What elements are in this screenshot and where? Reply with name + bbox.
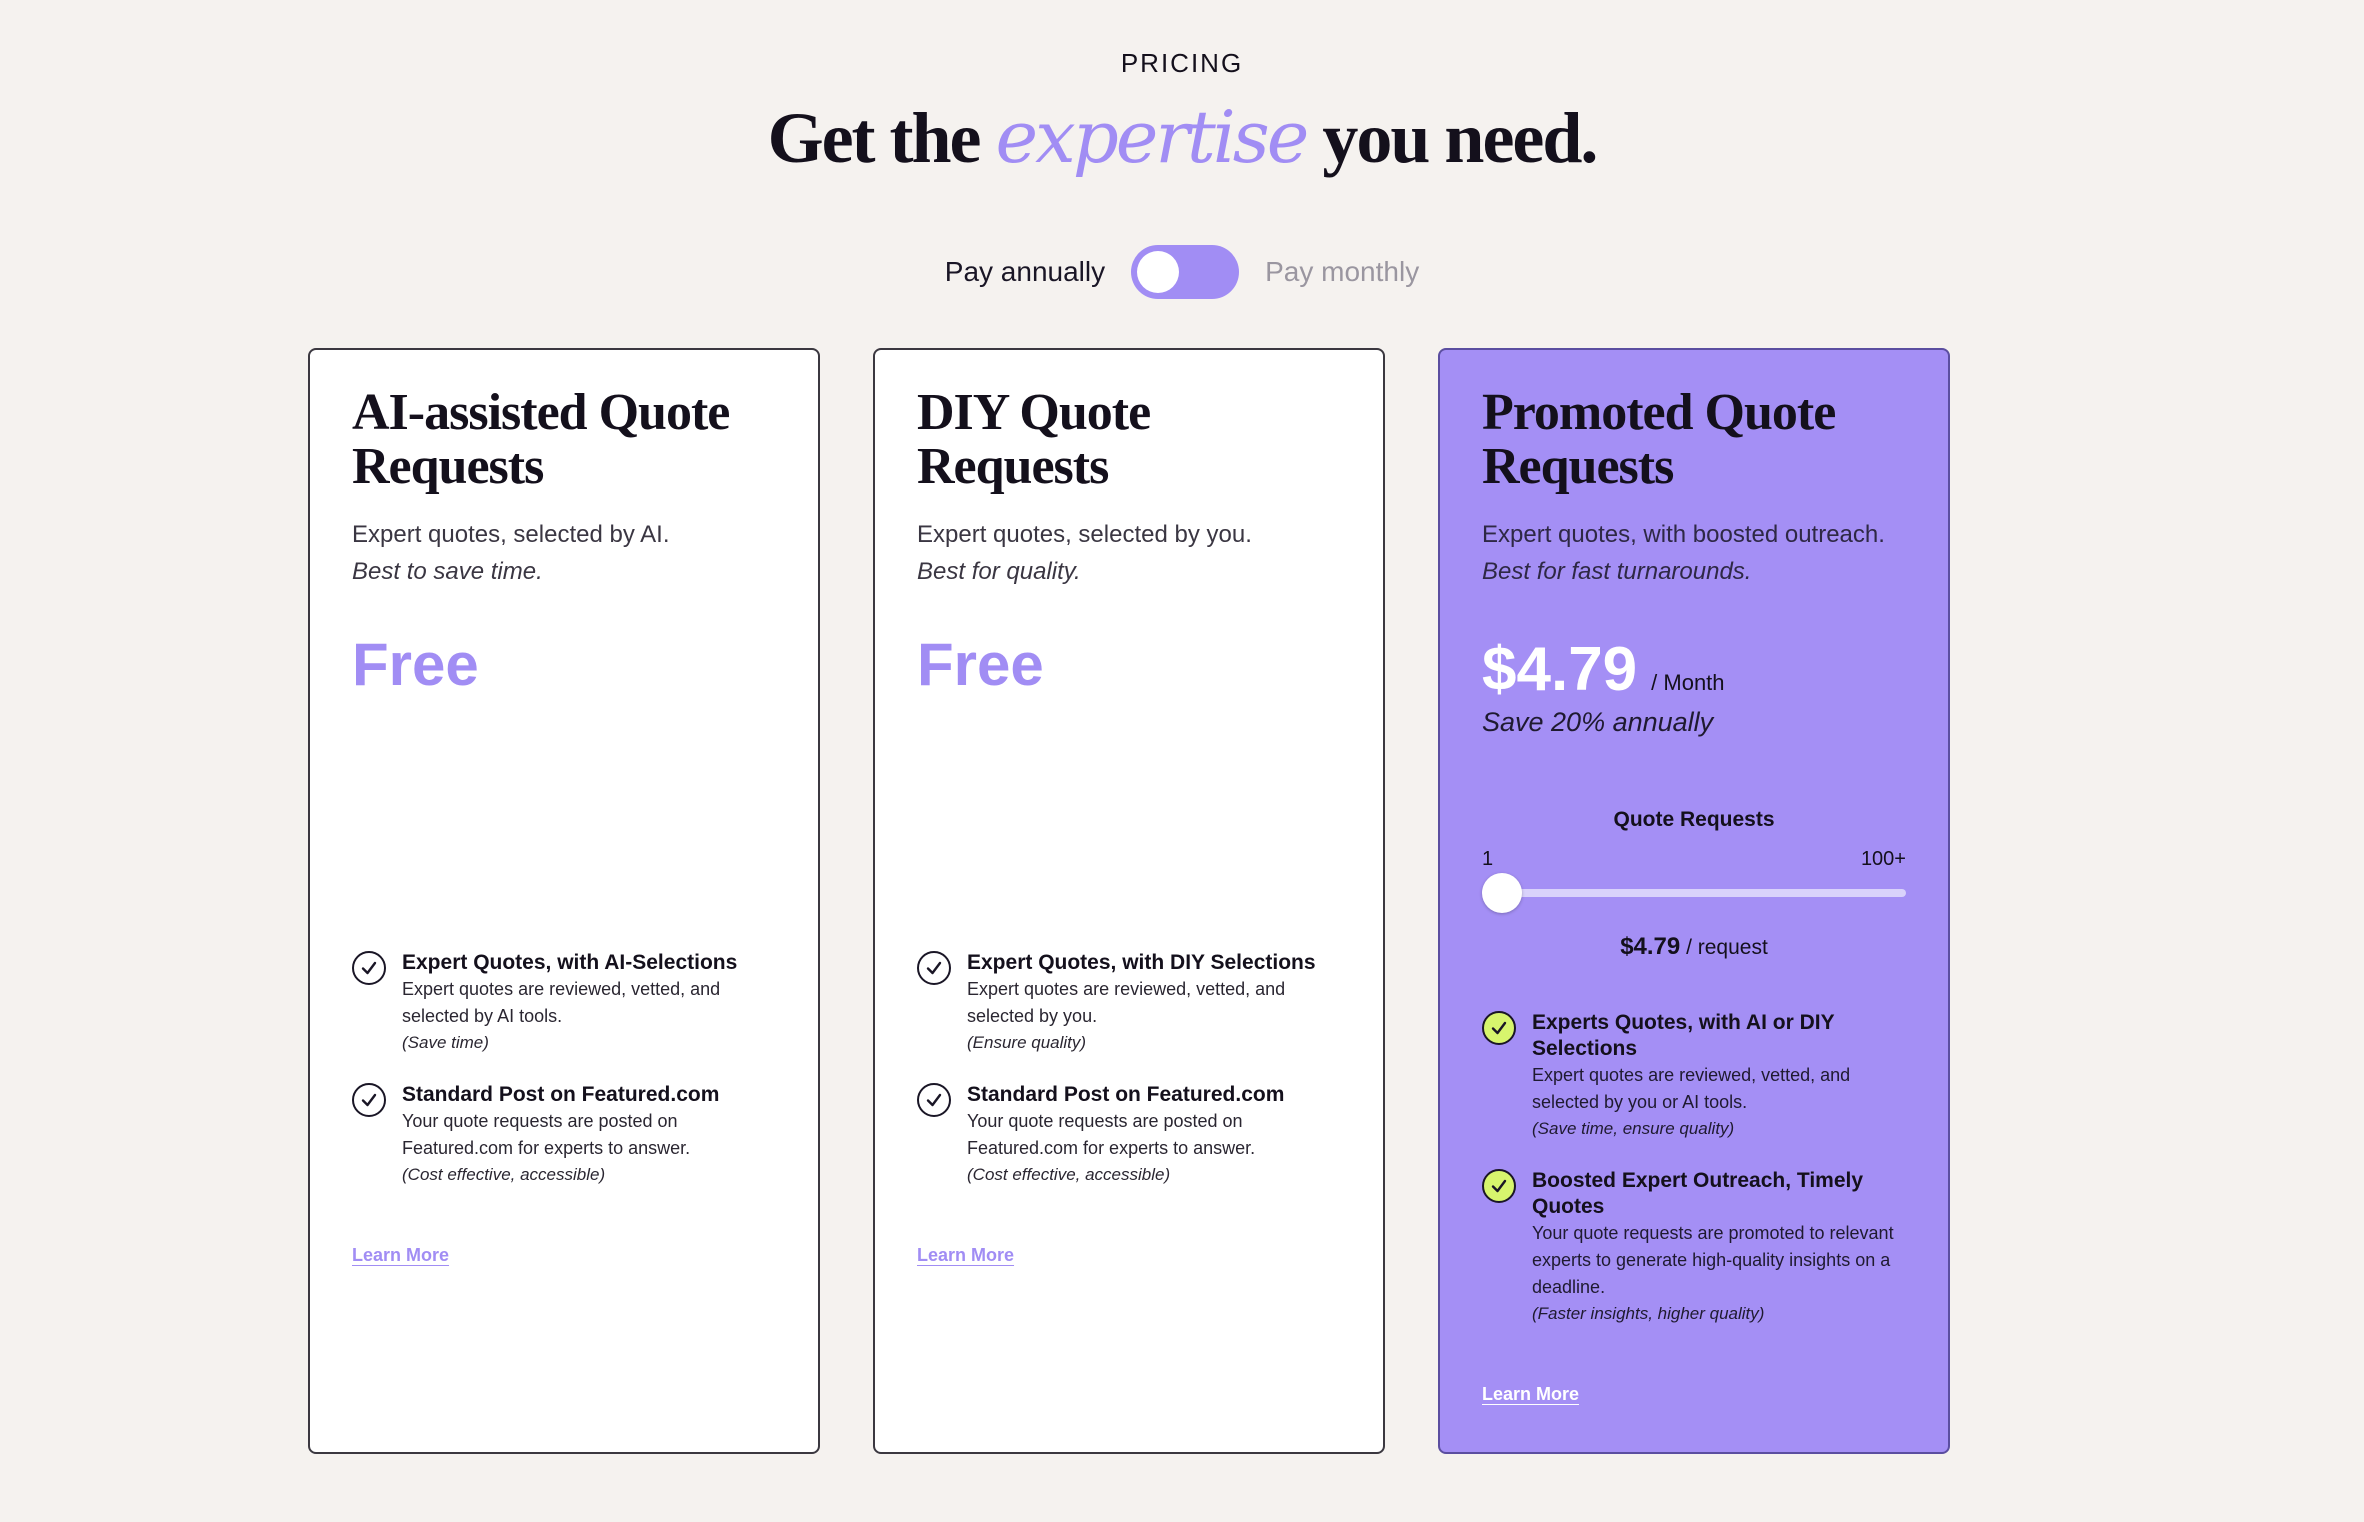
price-row: $4.79 / Month [1482,634,1906,705]
feature-title: Boosted Expert Outreach, Timely Quotes [1532,1169,1864,1218]
feature-item: Standard Post on Featured.com Your quote… [352,1082,788,1188]
feature-title: Standard Post on Featured.com [967,1083,1285,1106]
check-circle-icon [1482,1011,1516,1045]
slider-min-label: 1 [1482,848,1494,870]
learn-more-link[interactable]: Learn More [1482,1384,1579,1405]
plan-price: $4.79 [1482,635,1638,704]
plan-tagline: Best for fast turnarounds. [1482,558,1752,585]
per-request-price: $4.79 / request [1482,933,1906,961]
plan-card-diy: DIY Quote Requests Expert quotes, select… [873,348,1385,1454]
learn-more-link[interactable]: Learn More [352,1245,449,1266]
feature-list: Expert Quotes, with DIY Selections Exper… [917,950,1353,1214]
quote-requests-slider[interactable] [1482,873,1906,913]
headline-pre: Get the [767,98,982,178]
pay-annually-label[interactable]: Pay annually [945,256,1105,288]
billing-toggle-row: Pay annually Pay monthly [0,245,2364,299]
billing-toggle-switch[interactable] [1131,245,1240,299]
plan-tagline: Best to save time. [352,558,543,585]
feature-note: (Save time) [402,1033,489,1052]
feature-desc: Expert quotes are reviewed, vetted, and … [1532,1065,1851,1112]
plan-tagline: Best for quality. [917,558,1081,585]
feature-item: Boosted Expert Outreach, Timely Quotes Y… [1482,1168,1918,1327]
feature-item: Expert Quotes, with AI-Selections Expert… [352,950,788,1056]
price-unit: / Month [1651,670,1725,695]
plan-price: Free [352,631,479,698]
feature-desc: Your quote requests are posted on Featur… [402,1111,691,1158]
feature-desc: Your quote requests are promoted to rele… [1532,1223,1894,1297]
pricing-eyebrow: PRICING [1120,48,1244,78]
feature-title: Standard Post on Featured.com [402,1083,720,1106]
check-circle-icon [1482,1169,1516,1203]
annual-savings-note: Save 20% annually [1482,707,1714,737]
feature-note: (Cost effective, accessible) [402,1165,606,1184]
slider-scale: 1 100+ [1482,848,1906,871]
per-request-unit: / request [1686,936,1768,959]
feature-list: Expert Quotes, with AI-Selections Expert… [352,950,788,1214]
plan-title: DIY Quote Requests [917,384,1151,495]
plan-price: Free [917,631,1044,698]
feature-item: Standard Post on Featured.com Your quote… [917,1082,1353,1188]
plan-title: AI-assisted Quote Requests [352,384,730,495]
feature-note: (Ensure quality) [967,1033,1087,1052]
feature-desc: Expert quotes are reviewed, vetted, and … [402,979,721,1026]
slider-title: Quote Requests [1613,808,1775,831]
learn-more-link[interactable]: Learn More [917,1245,1014,1266]
headline-accent: expertise [995,95,1310,179]
feature-title: Expert Quotes, with DIY Selections [967,951,1316,974]
feature-title: Experts Quotes, with AI or DIY Selection… [1532,1011,1835,1060]
per-request-amount: $4.79 [1620,933,1681,960]
headline-post: you need. [1322,98,1598,178]
feature-note: (Cost effective, accessible) [967,1165,1171,1184]
plan-subtitle: Expert quotes, selected by AI. [352,521,670,548]
feature-list: Experts Quotes, with AI or DIY Selection… [1482,1010,1918,1353]
plan-subtitle: Expert quotes, selected by you. [917,521,1252,548]
check-circle-icon [917,1083,951,1117]
check-circle-icon [352,1083,386,1117]
feature-note: (Faster insights, higher quality) [1532,1304,1765,1323]
check-circle-icon [352,951,386,985]
quote-requests-slider-block: Quote Requests 1 100+ $4.79 / request [1482,808,1906,961]
plan-card-promoted: Promoted Quote Requests Expert quotes, w… [1438,348,1950,1454]
feature-note: (Save time, ensure quality) [1532,1119,1735,1138]
plan-subtitle: Expert quotes, with boosted outreach. [1482,521,1885,548]
plan-title: Promoted Quote Requests [1482,384,1836,495]
slider-max-label: 100+ [1860,848,1906,870]
toggle-knob [1137,251,1180,293]
feature-item: Experts Quotes, with AI or DIY Selection… [1482,1010,1918,1142]
page-title: Get the expertise you need. [0,95,2364,180]
feature-item: Expert Quotes, with DIY Selections Exper… [917,950,1353,1056]
feature-desc: Expert quotes are reviewed, vetted, and … [967,979,1286,1026]
plan-card-ai-assisted: AI-assisted Quote Requests Expert quotes… [308,348,820,1454]
check-circle-icon [917,951,951,985]
feature-desc: Your quote requests are posted on Featur… [967,1111,1256,1158]
feature-title: Expert Quotes, with AI-Selections [402,951,738,974]
slider-thumb[interactable] [1482,873,1522,913]
pay-monthly-label[interactable]: Pay monthly [1265,256,1419,288]
